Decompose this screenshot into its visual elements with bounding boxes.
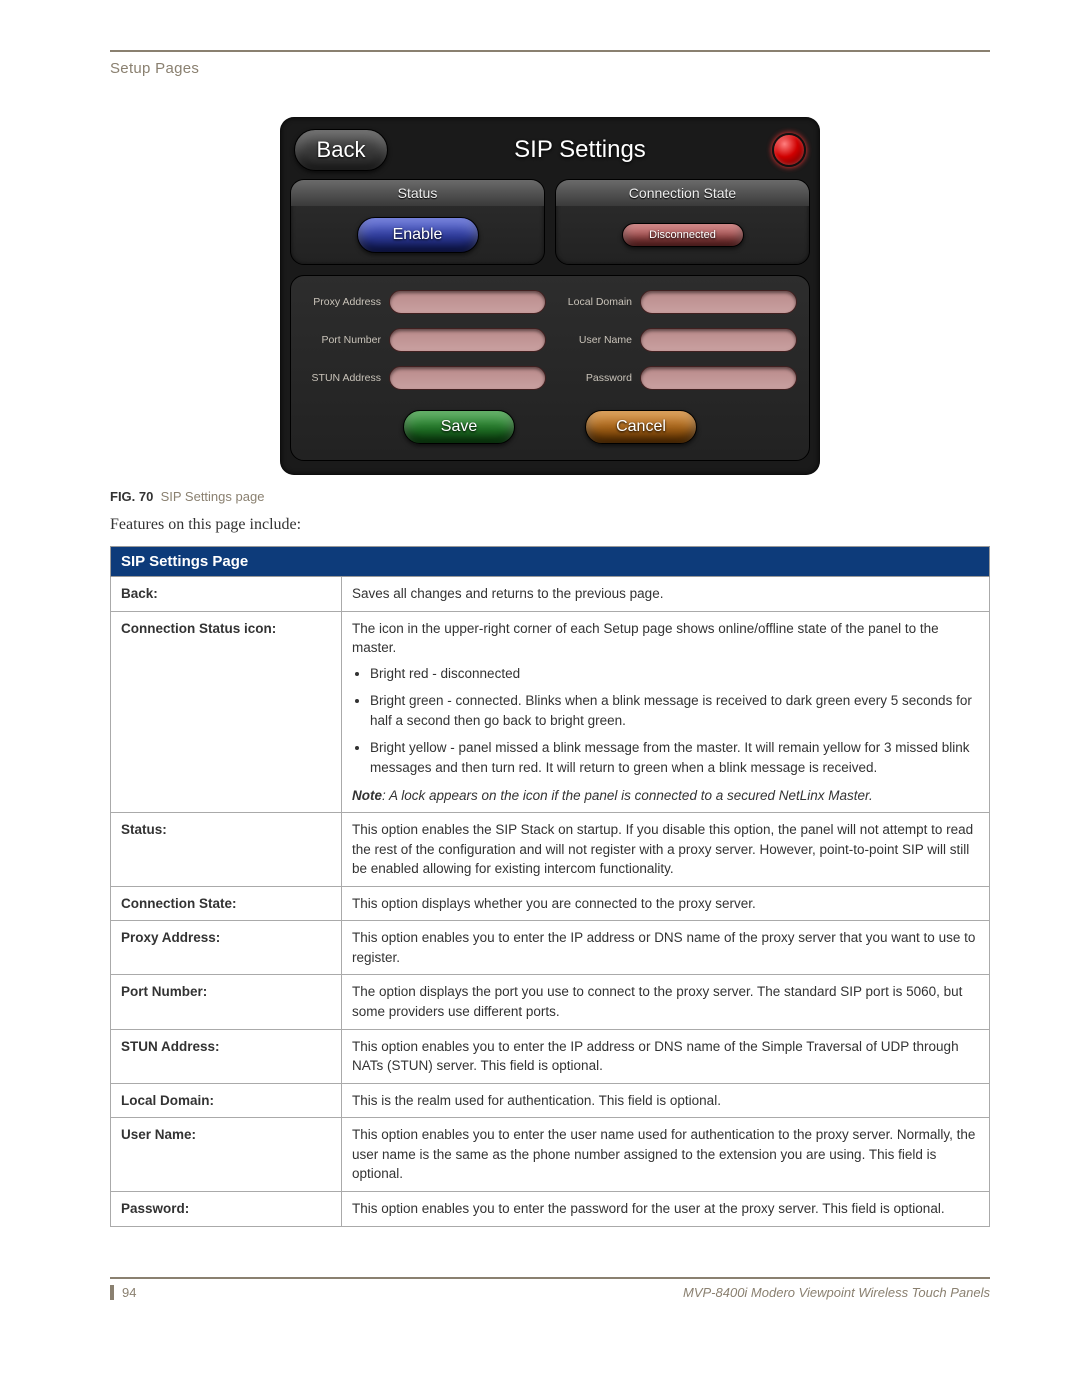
- table-term: User Name:: [111, 1118, 342, 1192]
- table-term: Port Number:: [111, 975, 342, 1029]
- port-number-label: Port Number: [303, 334, 381, 346]
- table-title: SIP Settings Page: [111, 547, 990, 577]
- save-button[interactable]: Save: [403, 410, 515, 444]
- table-term: STUN Address:: [111, 1029, 342, 1083]
- password-label: Password: [554, 372, 632, 384]
- table-term: Password:: [111, 1191, 342, 1226]
- table-term: Status:: [111, 813, 342, 887]
- page-title: SIP Settings: [398, 136, 762, 164]
- section-header: Setup Pages: [110, 60, 990, 77]
- table-desc: This option displays whether you are con…: [342, 886, 990, 921]
- connection-state-indicator: Disconnected: [622, 223, 744, 247]
- sip-settings-screenshot: Back SIP Settings Status Enable Connecti…: [280, 117, 820, 475]
- page-number: 94: [110, 1285, 136, 1300]
- figure-caption: FIG. 70 SIP Settings page: [110, 489, 990, 504]
- intro-text: Features on this page include:: [110, 516, 990, 534]
- connection-state-panel-head: Connection State: [556, 180, 809, 206]
- local-domain-label: Local Domain: [554, 296, 632, 308]
- stun-address-input[interactable]: [389, 366, 546, 390]
- table-desc: The icon in the upper-right corner of ea…: [342, 611, 990, 813]
- table-desc: This option enables you to enter the pas…: [342, 1191, 990, 1226]
- table-term: Proxy Address:: [111, 921, 342, 975]
- table-desc: The option displays the port you use to …: [342, 975, 990, 1029]
- table-desc: This option enables you to enter the use…: [342, 1118, 990, 1192]
- stun-address-label: STUN Address: [303, 372, 381, 384]
- table-desc: This option enables you to enter the IP …: [342, 1029, 990, 1083]
- table-term: Connection State:: [111, 886, 342, 921]
- table-desc: This option enables the SIP Stack on sta…: [342, 813, 990, 887]
- enable-button[interactable]: Enable: [357, 217, 479, 253]
- user-name-label: User Name: [554, 334, 632, 346]
- table-term: Local Domain:: [111, 1083, 342, 1118]
- proxy-address-input[interactable]: [389, 290, 546, 314]
- doc-title-footer: MVP-8400i Modero Viewpoint Wireless Touc…: [683, 1285, 990, 1300]
- table-term: Connection Status icon:: [111, 611, 342, 813]
- cancel-button[interactable]: Cancel: [585, 410, 697, 444]
- local-domain-input[interactable]: [640, 290, 797, 314]
- connection-status-icon: [772, 133, 806, 167]
- table-desc: Saves all changes and returns to the pre…: [342, 577, 990, 612]
- status-panel-head: Status: [291, 180, 544, 206]
- back-button[interactable]: Back: [294, 129, 388, 171]
- spec-table: SIP Settings Page Back:Saves all changes…: [110, 546, 990, 1227]
- table-term: Back:: [111, 577, 342, 612]
- table-desc: This option enables you to enter the IP …: [342, 921, 990, 975]
- proxy-address-label: Proxy Address: [303, 296, 381, 308]
- table-desc: This is the realm used for authenticatio…: [342, 1083, 990, 1118]
- port-number-input[interactable]: [389, 328, 546, 352]
- password-input[interactable]: [640, 366, 797, 390]
- user-name-input[interactable]: [640, 328, 797, 352]
